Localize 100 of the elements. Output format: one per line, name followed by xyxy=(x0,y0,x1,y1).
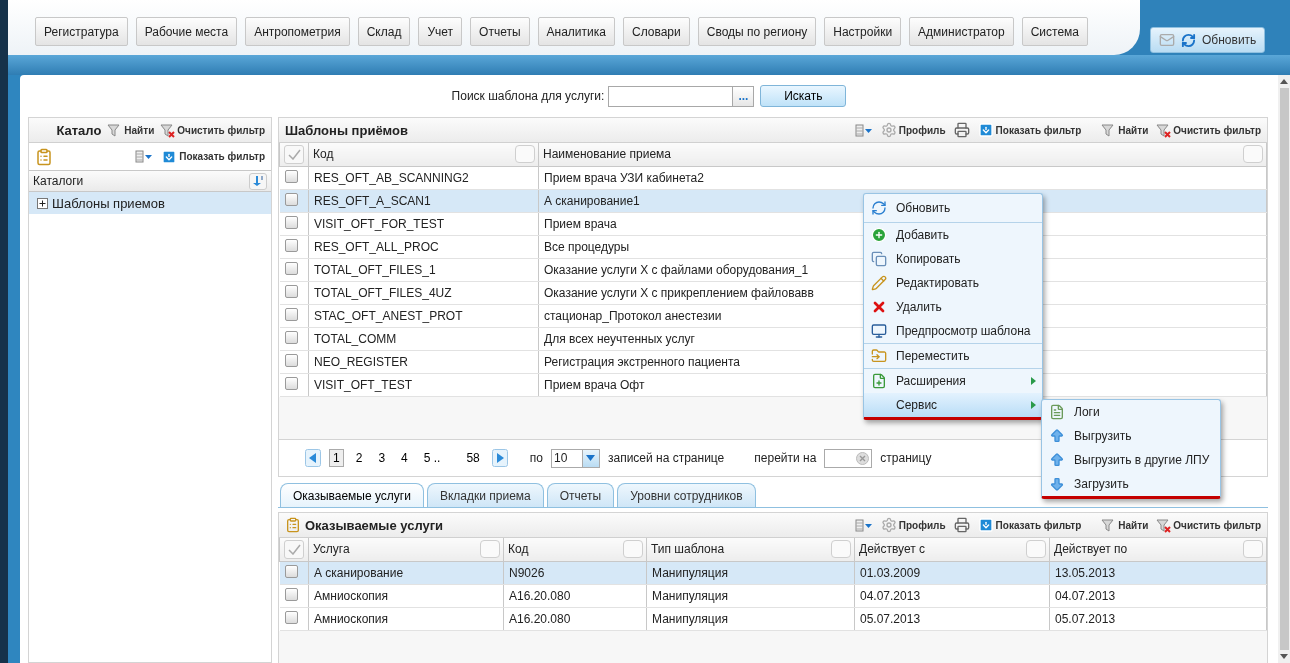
profile-button[interactable]: Профиль xyxy=(880,517,946,533)
column-menu-button[interactable] xyxy=(515,145,535,163)
find-button[interactable]: Найти xyxy=(1101,122,1149,138)
nav-button[interactable]: Рабочие места xyxy=(135,17,238,46)
row-checkbox[interactable] xyxy=(284,330,298,344)
row-checkbox[interactable] xyxy=(284,376,298,390)
tab[interactable]: Уровни сотрудников xyxy=(617,483,756,507)
table-row[interactable]: А сканирование N9026 Манипуляция 01.03.2009 13.05.2013 xyxy=(279,561,1267,584)
row-checkbox[interactable] xyxy=(284,353,298,367)
nav-button[interactable]: Антропометрия xyxy=(245,17,350,46)
scroll-thumb[interactable] xyxy=(1279,88,1289,650)
row-checkbox[interactable] xyxy=(284,215,298,229)
select-all-button[interactable] xyxy=(284,539,304,559)
page-link[interactable]: 4 xyxy=(397,449,412,467)
scroll-up-icon[interactable] xyxy=(1280,79,1288,84)
row-checkbox[interactable] xyxy=(284,587,298,601)
page-field[interactable] xyxy=(824,448,873,468)
columns-button[interactable] xyxy=(135,150,154,163)
table-cell: STAC_OFT_ANEST_PROT xyxy=(314,308,463,323)
menu-item[interactable]: Сервис xyxy=(864,393,1042,417)
tree-item[interactable]: Шаблоны приемов xyxy=(29,192,271,214)
table-cell: Оказание услуги X с прикреплением файловавв xyxy=(544,285,814,300)
row-checkbox[interactable] xyxy=(284,192,298,206)
row-checkbox[interactable] xyxy=(284,564,298,578)
tab[interactable]: Оказываемые услуги xyxy=(280,483,424,507)
previous-page-icon[interactable] xyxy=(305,449,321,467)
nav-button[interactable]: Отчеты xyxy=(470,17,530,46)
next-page-icon[interactable] xyxy=(491,449,508,467)
row-checkbox[interactable] xyxy=(284,284,298,298)
expand-icon[interactable] xyxy=(37,197,48,209)
table-cell: Прием врача xyxy=(544,216,617,231)
menu-item[interactable]: Выгрузить xyxy=(1042,424,1220,448)
column-menu-button[interactable] xyxy=(831,540,851,558)
table-cell: Манипуляция xyxy=(652,611,728,626)
clear-filter-button[interactable]: Очистить фильтр xyxy=(160,122,265,138)
arrow-down-icon xyxy=(161,148,178,165)
table-cell: NEO_REGISTER xyxy=(314,354,409,369)
menu-item[interactable]: Загрузить xyxy=(1042,472,1220,496)
nav-button[interactable]: Словари xyxy=(622,17,690,46)
clear-filter-button[interactable]: Очистить фильтр xyxy=(1156,517,1261,533)
sort-icon xyxy=(252,175,264,187)
menu-item[interactable]: Выгрузить в другие ЛПУ xyxy=(1042,448,1220,472)
nav-button[interactable]: Настройки xyxy=(824,17,902,46)
page-link[interactable]: 3 xyxy=(374,449,390,467)
catalog-button[interactable] xyxy=(35,147,53,166)
row-checkbox[interactable] xyxy=(284,169,298,183)
menu-item[interactable]: Логи xyxy=(1042,400,1220,424)
select-all-button[interactable] xyxy=(284,144,304,164)
column-menu-button[interactable] xyxy=(1243,540,1263,558)
records-label: записей на странице xyxy=(607,451,725,465)
row-checkbox[interactable] xyxy=(284,238,298,252)
table-cell: TOTAL_OFT_FILES_1 xyxy=(314,262,436,277)
page-link[interactable]: 5 .. xyxy=(419,449,445,467)
nav-button[interactable]: Аналитика xyxy=(537,17,615,46)
nav-button[interactable]: Склад xyxy=(357,17,411,46)
menu-item[interactable]: Переместить xyxy=(864,344,1042,368)
scroll-down-icon[interactable] xyxy=(1280,654,1288,659)
show-filter-button[interactable]: Показать фильтр xyxy=(161,148,265,165)
per-page-select[interactable]: 10 xyxy=(550,448,600,468)
page-link[interactable]: 2 xyxy=(351,449,367,467)
page-link[interactable]: 58 xyxy=(462,449,484,467)
nav-button[interactable]: Регистратура xyxy=(35,17,128,46)
show-filter-button[interactable]: Показать фильтр xyxy=(977,122,1082,138)
nav-button[interactable]: Учет xyxy=(418,17,463,46)
column-menu-button[interactable] xyxy=(623,540,643,558)
column-header: Наименование приема xyxy=(543,147,671,162)
printer-icon xyxy=(953,517,970,533)
find-button[interactable]: Найти xyxy=(1101,517,1149,533)
table-row[interactable]: Амниоскопия A16.20.080 Манипуляция 05.07.2013 05.07.2013 xyxy=(279,607,1267,630)
column-menu-button[interactable] xyxy=(1243,145,1263,163)
show-filter-button[interactable]: Показать фильтр xyxy=(977,517,1082,533)
tab[interactable]: Отчеты xyxy=(546,483,615,507)
column-menu-button[interactable] xyxy=(480,540,500,558)
row-checkbox[interactable] xyxy=(284,261,298,275)
column-menu-button[interactable] xyxy=(1026,540,1046,558)
browse-button[interactable]: ... xyxy=(732,85,755,107)
arrow-up-icon xyxy=(1049,428,1065,444)
dropdown-button[interactable] xyxy=(581,449,599,467)
search-button[interactable]: Искать xyxy=(760,85,847,107)
columns-button[interactable] xyxy=(854,518,873,532)
find-button[interactable]: Найти xyxy=(107,122,155,138)
nav-button[interactable]: Система xyxy=(1021,17,1088,46)
page-link[interactable]: 1 xyxy=(329,449,344,467)
search-field[interactable] xyxy=(608,85,733,107)
row-checkbox[interactable] xyxy=(284,307,298,321)
columns-button[interactable] xyxy=(854,123,873,137)
print-button[interactable] xyxy=(953,122,970,138)
print-button[interactable] xyxy=(953,517,970,533)
table-row[interactable]: Амниоскопия A16.20.080 Манипуляция 04.07.2013 04.07.2013 xyxy=(279,584,1267,607)
tab[interactable]: Вкладки приема xyxy=(426,483,544,507)
profile-button[interactable]: Профиль xyxy=(880,122,946,138)
refresh-button[interactable]: Обновить xyxy=(1150,27,1266,53)
table-row[interactable]: RES_OFT_AB_SCANNING2 Прием врача УЗИ кабинета2 xyxy=(279,166,1267,189)
scrollbar[interactable] xyxy=(1278,75,1290,663)
row-checkbox[interactable] xyxy=(284,610,298,624)
nav-button[interactable]: Своды по региону xyxy=(697,17,817,46)
clear-filter-button[interactable]: Очистить фильтр xyxy=(1156,122,1261,138)
nav-button[interactable]: Администратор xyxy=(909,17,1014,46)
sort-button[interactable] xyxy=(249,172,267,190)
clear-icon[interactable] xyxy=(856,451,870,465)
